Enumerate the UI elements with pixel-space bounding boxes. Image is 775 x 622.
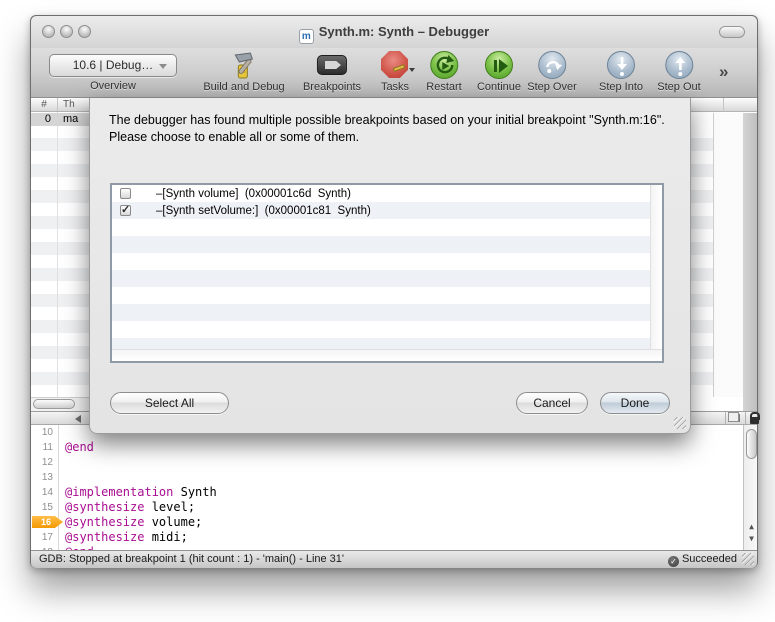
breakpoint-row[interactable]: –[Synth volume] (0x00001c6d Synth)	[112, 185, 650, 202]
step-over-label: Step Over	[527, 81, 577, 93]
back-arrow-icon[interactable]	[75, 415, 81, 423]
build-and-debug-button[interactable]: Build and Debug	[203, 50, 284, 93]
restart-icon	[428, 50, 460, 80]
select-all-button[interactable]: Select All	[110, 392, 229, 414]
continue-icon	[483, 50, 515, 80]
done-button[interactable]: Done	[600, 392, 670, 414]
tasks-caret-icon	[409, 68, 415, 72]
objc-file-icon: m	[299, 29, 314, 44]
breakpoint-label: –[Synth volume] (0x00001c6d Synth)	[156, 188, 351, 200]
threads-hscrollbar-thumb[interactable]	[33, 399, 75, 409]
breakpoints-label: Breakpoints	[303, 81, 361, 93]
step-into-button[interactable]: Step Into	[599, 50, 643, 93]
overview-popup[interactable]: 10.6 | Debug…	[49, 54, 177, 77]
tasks-icon	[379, 50, 411, 80]
step-into-icon	[605, 50, 637, 80]
continue-button[interactable]: Continue	[477, 50, 521, 93]
succeeded-icon: ✓	[668, 556, 679, 567]
build-and-debug-label: Build and Debug	[203, 81, 284, 93]
hammer-icon	[228, 50, 260, 80]
code-line: @synthesize level;	[65, 500, 195, 515]
breakpoint-label: –[Synth setVolume:] (0x00001c81 Synth)	[156, 205, 371, 217]
toolbar-toggle-button[interactable]	[719, 26, 745, 38]
step-out-label: Step Out	[657, 81, 700, 93]
list-hscrollbar-track[interactable]	[112, 349, 662, 361]
lock-icon[interactable]	[750, 417, 759, 424]
code-line: @synthesize volume;	[65, 515, 202, 530]
breakpoints-icon	[316, 50, 348, 80]
breakpoint-row[interactable]: –[Synth setVolume:] (0x00001c81 Synth)	[112, 202, 650, 219]
breakpoints-list: –[Synth volume] (0x00001c6d Synth) –[Synt…	[110, 183, 664, 363]
overview-popup-value: 10.6 | Debug…	[73, 58, 154, 72]
step-out-icon	[663, 50, 695, 80]
popup-arrow-icon	[159, 64, 167, 69]
window-resize-grip[interactable]	[742, 553, 754, 565]
scroll-up-icon[interactable]: ▲	[744, 522, 757, 531]
checkbox-checked[interactable]	[120, 205, 131, 216]
toolbar-overflow-button[interactable]: »	[719, 62, 728, 82]
step-into-label: Step Into	[599, 81, 643, 93]
statusbar: GDB: Stopped at breakpoint 1 (hit count …	[31, 550, 757, 568]
gdb-status-text: GDB: Stopped at breakpoint 1 (hit count …	[39, 553, 344, 565]
overview-label: Overview	[49, 80, 177, 92]
code-editor[interactable]: 101112131415161718 @end @implementation S…	[31, 425, 757, 550]
restart-button[interactable]: Restart	[426, 50, 461, 93]
debugger-window: m Synth.m: Synth – Debugger 10.6 | Debug……	[30, 15, 758, 568]
breakpoints-button[interactable]: Breakpoints	[303, 50, 361, 93]
cancel-button[interactable]: Cancel	[516, 392, 588, 414]
code-line: @synthesize midi;	[65, 530, 188, 545]
titlebar: m Synth.m: Synth – Debugger	[31, 16, 757, 48]
line-number[interactable]: 17	[31, 530, 53, 545]
editor-vscrollbar-thumb[interactable]	[746, 429, 757, 459]
column-header-thread[interactable]: Th	[63, 98, 75, 112]
sheet-message: The debugger has found multiple possible…	[109, 112, 675, 146]
column-header-number[interactable]: #	[31, 98, 57, 112]
sheet-resize-grip[interactable]	[674, 417, 686, 429]
step-over-button[interactable]: Step Over	[527, 50, 577, 93]
breakpoints-sheet: The debugger has found multiple possible…	[89, 98, 691, 434]
step-over-icon	[536, 50, 568, 80]
succeeded-label: Succeeded	[682, 553, 737, 565]
list-vscrollbar-track[interactable]	[650, 185, 662, 349]
continue-label: Continue	[477, 81, 521, 93]
code-line: @implementation Synth	[65, 485, 217, 500]
variables-scrollbar-track[interactable]	[713, 113, 743, 397]
tasks-label: Tasks	[379, 81, 411, 93]
breakpoint-arrow-marker[interactable]: 16	[32, 516, 63, 528]
counterparts-icon[interactable]	[731, 414, 740, 422]
line-number[interactable]: 15	[31, 500, 53, 515]
window-title: Synth.m: Synth – Debugger	[319, 24, 489, 39]
restart-label: Restart	[426, 81, 461, 93]
overview-popup-group: 10.6 | Debug… Overview	[49, 54, 177, 92]
checkbox-unchecked[interactable]	[120, 188, 131, 199]
line-number[interactable]: 12	[31, 455, 53, 470]
line-number[interactable]: 13	[31, 470, 53, 485]
breakpoints-rows: –[Synth volume] (0x00001c6d Synth) –[Synt…	[112, 185, 650, 349]
editor-vscrollbar[interactable]: ▲ ▼	[743, 425, 757, 550]
editor-gutter[interactable]: 101112131415161718	[31, 425, 59, 550]
step-out-button[interactable]: Step Out	[657, 50, 700, 93]
window-title-wrap: m Synth.m: Synth – Debugger	[31, 24, 757, 44]
line-number[interactable]: 11	[31, 440, 53, 455]
toolbar: 10.6 | Debug… Overview Build and Debug B…	[31, 48, 757, 98]
line-number[interactable]: 10	[31, 425, 53, 440]
tasks-button[interactable]: Tasks	[379, 50, 411, 93]
build-status: ✓Succeeded	[668, 553, 737, 567]
code-line: @end	[65, 440, 94, 455]
line-number[interactable]: 14	[31, 485, 53, 500]
scroll-down-icon[interactable]: ▼	[744, 534, 757, 543]
